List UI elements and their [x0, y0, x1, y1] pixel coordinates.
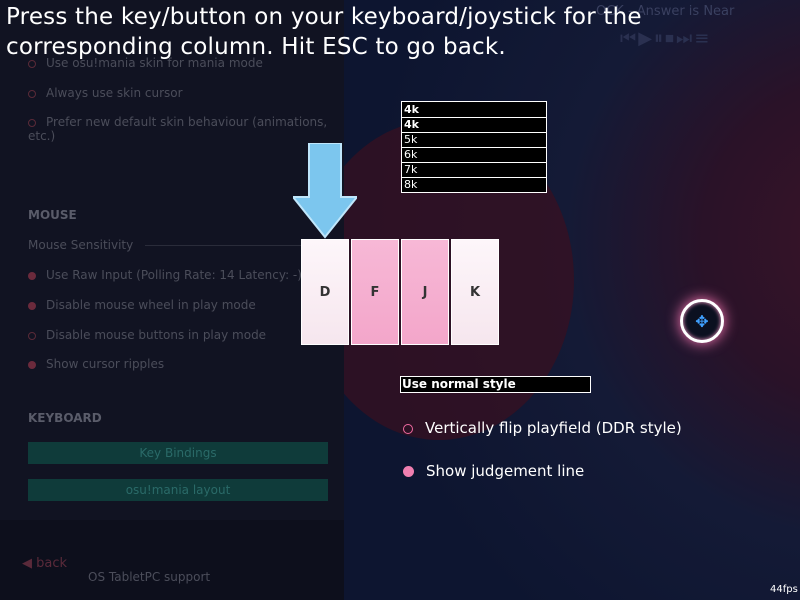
tablet-support-label: OS TabletPC support [88, 570, 211, 584]
column-key-1[interactable]: D [301, 239, 349, 345]
option-disable-buttons[interactable]: Disable mouse buttons in play mode [28, 328, 266, 342]
selected-column-arrow-icon [293, 143, 357, 239]
key-count-option[interactable]: 7k [401, 163, 547, 178]
option-cursor-ripples[interactable]: Show cursor ripples [28, 357, 164, 371]
section-mouse: MOUSE [28, 208, 77, 222]
instruction-text: Press the key/button on your keyboard/jo… [6, 4, 642, 60]
key-count-option[interactable]: 4k [401, 118, 547, 133]
option-skin-cursor[interactable]: Always use skin cursor [28, 86, 183, 100]
checkbox-icon [28, 271, 36, 280]
option-disable-wheel[interactable]: Disable mouse wheel in play mode [28, 298, 256, 312]
checkbox-icon [28, 331, 36, 340]
option-raw-input[interactable]: Use Raw Input (Polling Rate: 14 Latency:… [28, 268, 302, 282]
options-sidebar: Use osu!mania skin for mania mode Always… [0, 0, 344, 600]
key-count-selected[interactable]: 4k [401, 101, 547, 118]
fps-counter: 44fps [770, 584, 798, 595]
checkbox-icon [28, 301, 36, 310]
key-count-option[interactable]: 5k [401, 133, 547, 148]
checkbox-icon [28, 360, 36, 369]
column-key-3[interactable]: J [401, 239, 449, 345]
key-count-dropdown[interactable]: 4k 4k 5k 6k 7k 8k [401, 101, 547, 193]
unchecked-circle-icon [403, 423, 413, 434]
back-button[interactable]: ◀ back [22, 556, 67, 571]
mouse-sensitivity-label: Mouse Sensitivity [28, 238, 134, 252]
key-bindings-button[interactable]: Key Bindings [28, 442, 328, 464]
menu-icon[interactable]: ≡ [694, 28, 711, 49]
key-count-option[interactable]: 8k [401, 178, 547, 193]
checkbox-icon [28, 118, 36, 127]
checkbox-icon [28, 89, 36, 98]
toggle-judgement-line[interactable]: Show judgement line [403, 462, 584, 480]
style-dropdown[interactable]: Use normal style [400, 376, 591, 393]
back-arrow-icon: ◀ [22, 556, 32, 571]
column-key-2[interactable]: F [351, 239, 399, 345]
cursor-icon: ✥ [680, 299, 724, 343]
stop-icon[interactable]: ⏹ [665, 28, 676, 49]
options-panel: Use osu!mania skin for mania mode Always… [0, 0, 344, 520]
checked-circle-icon [403, 466, 414, 477]
column-key-4[interactable]: K [451, 239, 499, 345]
toggle-flip-playfield[interactable]: Vertically flip playfield (DDR style) [403, 419, 682, 437]
section-keyboard: KEYBOARD [28, 411, 102, 425]
option-new-skin[interactable]: Prefer new default skin behaviour (anima… [28, 115, 328, 143]
mania-layout-button[interactable]: osu!mania layout [28, 479, 328, 501]
key-count-option[interactable]: 6k [401, 148, 547, 163]
next-icon[interactable]: ⏭ [676, 28, 694, 49]
mouse-sensitivity-slider[interactable] [145, 245, 325, 246]
